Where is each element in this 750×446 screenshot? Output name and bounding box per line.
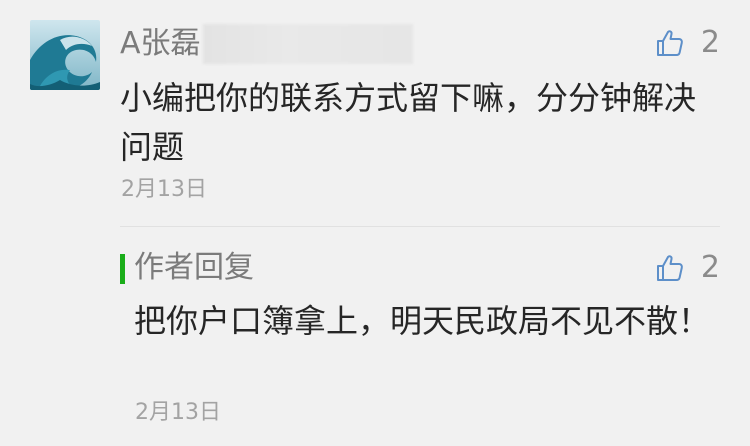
comment-author[interactable]: A张磊	[120, 22, 413, 66]
reply-date: 2月13日	[135, 400, 221, 425]
reply-like-count: 2	[700, 250, 720, 285]
comment-text: 小编把你的联系方式留下嘛，分分钟解决问题	[120, 79, 697, 166]
comment-author-name[interactable]: A张磊	[120, 22, 201, 66]
reply-text: 把你户口簿拿上，明天民政局不见不散！	[134, 302, 711, 340]
thumbs-up-icon	[656, 255, 683, 281]
author-reply-title: 作者回复	[134, 250, 254, 285]
thumbs-up-icon	[656, 30, 683, 56]
comment-date: 2月13日	[121, 177, 207, 202]
reply-accent-bar	[120, 254, 125, 284]
reply-like-button[interactable]: 2	[655, 248, 720, 288]
redacted-name-blur	[202, 24, 413, 64]
comment-like-button[interactable]: 2	[655, 23, 720, 63]
comment-like-count: 2	[700, 25, 720, 60]
reply-divider	[120, 226, 720, 227]
wave-avatar-icon	[30, 20, 100, 90]
user-avatar[interactable]	[30, 20, 100, 90]
comment-thread: A张磊 2 小编把你的联系方式留下嘛，分分钟解决问题 2月13日 作者回复 2 …	[0, 0, 750, 446]
